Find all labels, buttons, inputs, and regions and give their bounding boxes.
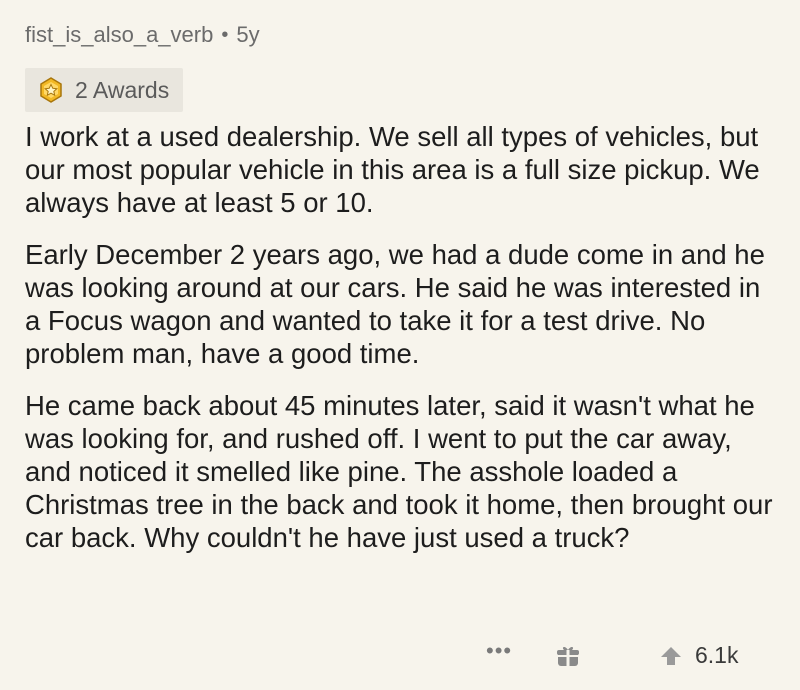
meta-separator: • [221, 24, 229, 46]
comment-age[interactable]: 5y [236, 22, 259, 48]
comment-card: fist_is_also_a_verb • 5y 2 Awards I work… [0, 0, 800, 690]
comment-paragraph: I work at a used dealership. We sell all… [25, 121, 760, 218]
comment-paragraph: He came back about 45 minutes later, sai… [25, 390, 773, 553]
comment-body: I work at a used dealership. We sell all… [25, 120, 775, 554]
awards-badge[interactable]: 2 Awards [25, 68, 184, 112]
award-star-icon [37, 76, 65, 104]
upvote-arrow-icon[interactable] [660, 646, 682, 666]
more-options-button[interactable]: ••• [486, 638, 512, 664]
comment-paragraph: Early December 2 years ago, we had a dud… [25, 239, 765, 369]
username[interactable]: fist_is_also_a_verb [25, 22, 213, 48]
awards-label: 2 Awards [75, 76, 170, 103]
comment-actions: ••• 6.1k [0, 636, 800, 676]
vote-score: 6.1k [695, 642, 739, 668]
gift-icon[interactable] [556, 644, 580, 668]
comment-meta: fist_is_also_a_verb • 5y [25, 22, 800, 48]
